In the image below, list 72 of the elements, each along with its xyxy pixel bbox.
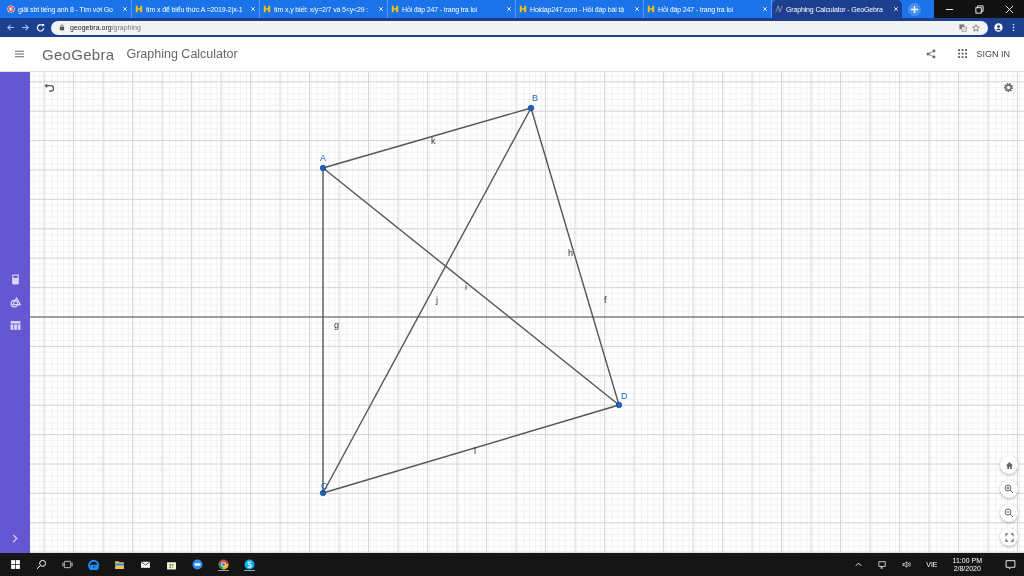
sign-in-button[interactable]: SIGN IN bbox=[976, 47, 1010, 61]
segment-label: l bbox=[474, 446, 476, 456]
reload-icon[interactable] bbox=[36, 23, 45, 32]
zoom-out-icon bbox=[1004, 508, 1014, 518]
shapes-icon[interactable] bbox=[9, 297, 21, 308]
menu-icon[interactable] bbox=[14, 49, 25, 59]
star-icon[interactable] bbox=[972, 23, 980, 32]
network-icon[interactable] bbox=[878, 560, 888, 569]
profile-icon[interactable] bbox=[994, 23, 1003, 32]
close-icon[interactable] bbox=[762, 6, 768, 12]
close-icon bbox=[1004, 4, 1014, 14]
close-icon[interactable] bbox=[506, 6, 512, 12]
segment-label: g bbox=[334, 320, 339, 330]
start-icon[interactable] bbox=[10, 559, 21, 570]
translate-icon[interactable] bbox=[959, 23, 967, 32]
new-tab-button[interactable] bbox=[908, 2, 921, 16]
speaker-icon[interactable] bbox=[902, 560, 912, 569]
letter-h-icon bbox=[391, 5, 399, 13]
search-icon[interactable] bbox=[36, 559, 47, 570]
google-logo-icon bbox=[7, 5, 15, 13]
close-icon[interactable] bbox=[893, 6, 899, 12]
point[interactable] bbox=[527, 104, 535, 112]
segment-label: f bbox=[604, 295, 607, 305]
point-label: D bbox=[621, 391, 628, 401]
folder-icon[interactable] bbox=[114, 559, 125, 570]
segment-label: i bbox=[465, 282, 467, 292]
close-icon[interactable] bbox=[250, 6, 256, 12]
lock-icon bbox=[59, 24, 65, 31]
point-label: C bbox=[321, 481, 328, 491]
point-label: B bbox=[532, 93, 538, 103]
app-title: Graphing Calculator bbox=[126, 47, 238, 61]
chat-app-icon[interactable] bbox=[192, 559, 203, 570]
segment-label: j bbox=[436, 295, 438, 305]
zoom-in-icon bbox=[1004, 484, 1014, 494]
graph-wave-icon bbox=[775, 5, 783, 13]
letter-h-icon bbox=[263, 5, 271, 13]
mail-icon[interactable] bbox=[140, 559, 151, 570]
plus-icon bbox=[910, 4, 919, 14]
chevron-up-icon[interactable] bbox=[854, 560, 864, 569]
point-label: A bbox=[320, 153, 326, 163]
close-icon[interactable] bbox=[634, 6, 640, 12]
point[interactable] bbox=[319, 164, 327, 172]
share-icon[interactable] bbox=[926, 49, 937, 59]
store-icon[interactable] bbox=[166, 559, 177, 570]
letter-h-icon bbox=[135, 5, 143, 13]
expand-icon[interactable] bbox=[12, 534, 18, 543]
apps-grid-icon[interactable] bbox=[958, 49, 969, 59]
notification-icon[interactable] bbox=[1005, 559, 1016, 570]
chrome-icon[interactable] bbox=[218, 558, 229, 571]
close-icon[interactable] bbox=[122, 6, 128, 12]
home-icon bbox=[1004, 460, 1014, 470]
graph-canvas[interactable]: k h f i j g l A B D C bbox=[30, 72, 1024, 553]
edge-icon[interactable] bbox=[88, 559, 99, 570]
restore-icon bbox=[974, 4, 984, 14]
task-view-icon[interactable] bbox=[62, 559, 73, 570]
close-icon[interactable] bbox=[378, 6, 384, 12]
fullscreen-icon bbox=[1004, 532, 1014, 542]
undo-icon[interactable] bbox=[43, 83, 55, 92]
segment-label: h bbox=[568, 248, 573, 258]
point[interactable] bbox=[615, 401, 623, 409]
letter-h-icon bbox=[647, 5, 655, 13]
calculator-icon[interactable] bbox=[9, 274, 21, 285]
settings-icon[interactable] bbox=[1003, 82, 1014, 93]
back-icon[interactable] bbox=[6, 23, 15, 32]
close-button[interactable] bbox=[994, 0, 1024, 18]
letter-h-icon bbox=[519, 5, 527, 13]
skype-icon[interactable] bbox=[244, 558, 255, 571]
table-icon[interactable] bbox=[9, 320, 21, 331]
segment-label: k bbox=[431, 136, 436, 146]
geogebra-logo: GeoGebra bbox=[42, 45, 115, 63]
forward-icon[interactable] bbox=[21, 23, 30, 32]
point[interactable] bbox=[319, 489, 327, 497]
